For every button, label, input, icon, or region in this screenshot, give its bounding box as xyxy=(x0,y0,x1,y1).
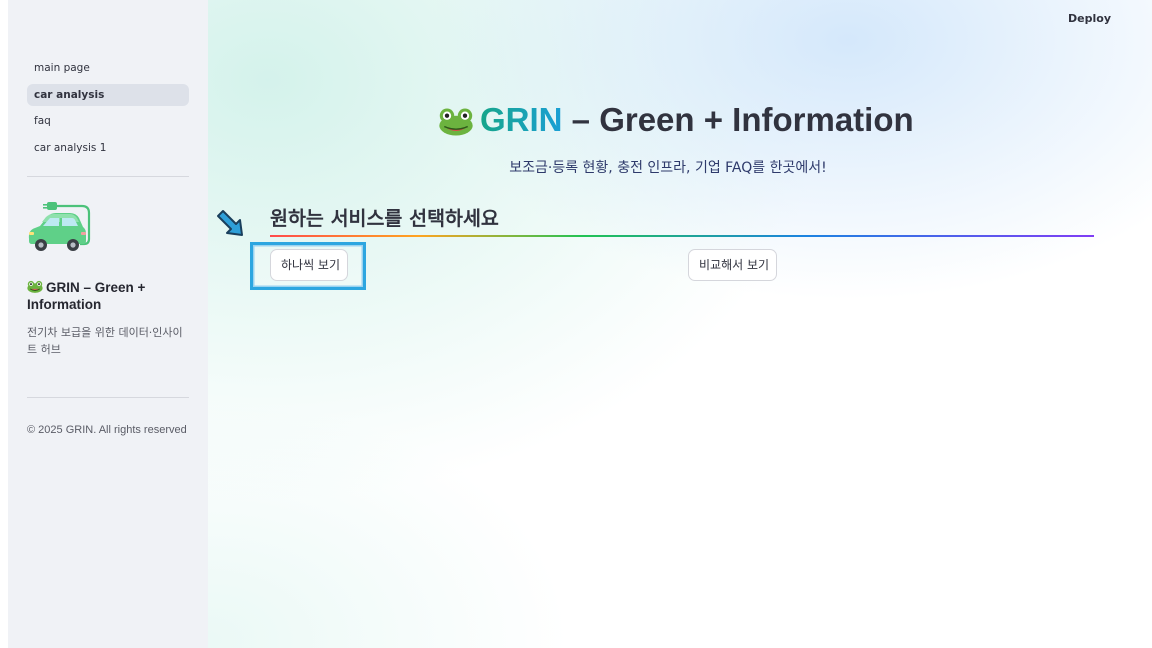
page-title-rest: – Green + Information xyxy=(562,101,914,138)
section-heading: 원하는 서비스를 선택하세요 xyxy=(270,207,499,230)
sidebar-item-faq[interactable]: faq xyxy=(27,110,189,132)
view-compare-button[interactable]: 비교해서 보기 xyxy=(688,249,777,281)
sidebar-item-car-analysis[interactable]: car analysis xyxy=(27,83,189,106)
sidebar-item-main-page[interactable]: main page xyxy=(27,57,189,79)
page-title: GRIN – Green + Information xyxy=(438,98,914,142)
rainbow-divider xyxy=(270,235,1094,237)
frog-icon xyxy=(439,108,473,136)
sidebar-title-text: GRIN – Green + Information xyxy=(27,280,146,312)
view-one-by-one-button[interactable]: 하나씩 보기 xyxy=(270,249,348,281)
sidebar-nav: main page car analysis faq car analysis … xyxy=(27,57,189,163)
deploy-button[interactable]: Deploy xyxy=(1068,12,1111,25)
sidebar-title: GRIN – Green + Information xyxy=(27,279,192,313)
page-subtitle: 보조금·등록 현황, 충전 인프라, 기업 FAQ를 한곳에서! xyxy=(509,160,827,176)
sidebar-description: 전기차 보급을 위한 데이터·인사이트 허브 xyxy=(27,326,183,356)
sidebar-copyright: © 2025 GRIN. All rights reserved xyxy=(27,424,187,436)
frog-icon xyxy=(27,280,43,293)
main-content: Deploy GRIN – Green + Information 보조금·등록… xyxy=(208,0,1152,648)
sidebar-divider xyxy=(27,176,189,177)
sidebar: main page car analysis faq car analysis … xyxy=(8,0,208,648)
page-title-brand: GRIN xyxy=(480,101,563,138)
window-left-edge xyxy=(0,0,8,648)
sidebar-item-car-analysis-1[interactable]: car analysis 1 xyxy=(27,137,189,159)
ev-car-charging-icon xyxy=(28,202,91,251)
arrow-down-right-icon xyxy=(217,210,243,236)
sidebar-divider xyxy=(27,397,189,398)
